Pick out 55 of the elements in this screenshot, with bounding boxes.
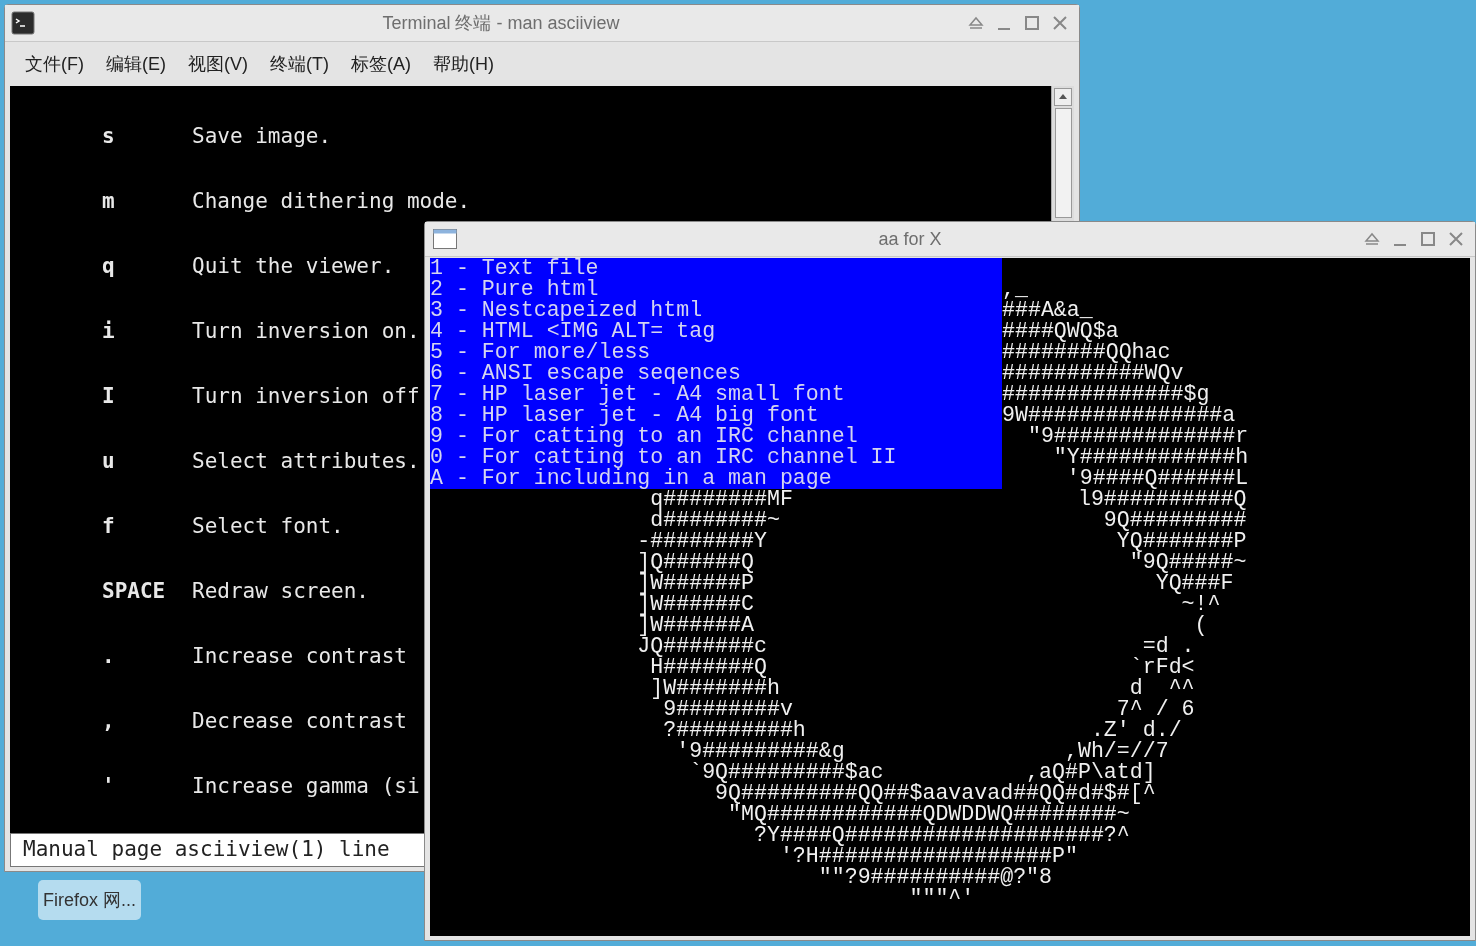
window-icon — [433, 229, 457, 249]
menu-option[interactable]: 4 - HTML <IMG ALT= tag — [430, 321, 1002, 342]
menu-option[interactable]: 2 - Pure html — [430, 279, 1002, 300]
scrollbar[interactable] — [1052, 86, 1074, 218]
key-description: Redraw screen. — [192, 577, 369, 605]
ascii-art: ,_ ###A&a_ ####QWQ$a ########QQhac ###########WQv ##############$g 9W###############a "9##############r "Y############h '9####Q######L — [1002, 276, 1249, 489]
key-name: , — [102, 707, 116, 735]
menu-item[interactable]: 终端(T) — [270, 50, 329, 78]
scroll-thumb[interactable] — [1054, 108, 1072, 218]
menu-option[interactable]: 5 - For more/less — [430, 342, 1002, 363]
key-name: I — [102, 382, 116, 410]
key-description: Quit the viewer. — [192, 252, 395, 280]
terminal-icon — [11, 11, 35, 35]
menu-item[interactable]: 编辑(E) — [106, 50, 166, 78]
menu-option[interactable]: 8 - HP laser jet - A4 big font — [430, 405, 1002, 426]
key-name: s — [102, 122, 116, 150]
menu-option[interactable]: 9 - For catting to an IRC channel — [430, 426, 1002, 447]
key-description: Save image. — [192, 122, 332, 150]
key-name: ' — [102, 772, 116, 800]
menu-item[interactable]: 帮助(H) — [432, 50, 494, 78]
status-text: Manual page asciiview(1) line — [23, 836, 390, 864]
menu-item[interactable]: 视图(V) — [188, 50, 248, 78]
key-name: SPACE — [102, 577, 167, 605]
key-description: Decrease contrast — [192, 707, 407, 735]
key-description: Select attributes. — [192, 447, 420, 475]
menu-option[interactable]: 6 - ANSI escape seqences — [430, 363, 1002, 384]
key-description: Select font. — [192, 512, 344, 540]
menu-option[interactable]: 1 - Text file — [430, 258, 1002, 279]
window-title: aa for X — [877, 227, 943, 251]
taskbar-button[interactable]: Firefox 网... — [38, 880, 141, 920]
key-description: Turn inversion on. — [192, 317, 420, 345]
key-name: . — [102, 642, 116, 670]
ascii-art: q########MF l9##########Q d########~ 9Q######### -########Y YQ#######P ]Q######Q "9Q#####~ ]W######P YQ###F ]W######C ~!^ ]W######A ( JQ#######c =d . H#######Q `rFd< ]W#######h d ^^ 9########v 7^ / 6 ?#########h .Z' d./ '9#########&g ,Wh/=//7 `9Q#########$ac ,aQ#P\atd] 9Q#########QQ##$aavavad##QQ#d#$#[^ "MQ############QDWDDWQ########~ ?Y####Q####################?^ '?H##################P" ""?9##########@?"8 """^' — [637, 489, 1248, 909]
close-icon[interactable] — [1051, 14, 1069, 32]
menu-option[interactable]: A - For including in a man page — [430, 468, 1002, 489]
menu-item[interactable]: 标签(A) — [350, 50, 411, 78]
key-name: m — [102, 187, 116, 215]
maximize-icon[interactable] — [1419, 230, 1437, 248]
menu-option[interactable]: 0 - For catting to an IRC channel II — [430, 447, 1002, 468]
eject-icon[interactable] — [1363, 230, 1381, 248]
key-description: Increase contrast — [192, 642, 407, 670]
eject-icon[interactable] — [967, 14, 985, 32]
menu-option[interactable]: 3 - Nestcapeized html — [430, 300, 1002, 321]
key-description: Turn inversion off — [192, 382, 420, 410]
menu-item[interactable]: 文件(F) — [25, 50, 84, 78]
maximize-icon[interactable] — [1023, 14, 1041, 32]
key-name: q — [102, 252, 116, 280]
key-description: Increase gamma (si — [192, 772, 420, 800]
window-title: Terminal 终端 - man asciiview — [381, 11, 621, 35]
key-name: u — [102, 447, 116, 475]
close-icon[interactable] — [1447, 230, 1465, 248]
menu-option[interactable]: 7 - HP laser jet - A4 small font — [430, 384, 1002, 405]
key-name: f — [102, 512, 116, 540]
key-name: i — [102, 317, 116, 345]
key-description: Change dithering mode. — [192, 187, 471, 215]
